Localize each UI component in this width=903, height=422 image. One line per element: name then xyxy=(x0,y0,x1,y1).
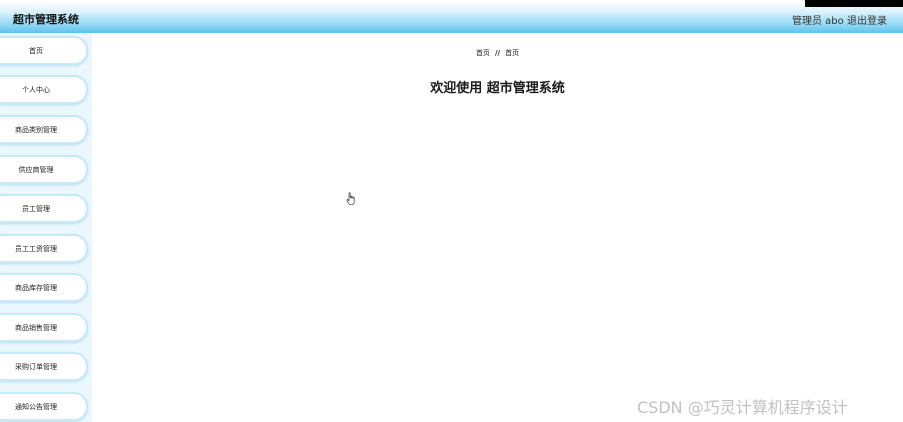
sidebar-item-employee-salary[interactable]: 员工工资管理 xyxy=(0,234,88,263)
corner-mask xyxy=(805,0,903,7)
sidebar-item-supplier[interactable]: 供应商管理 xyxy=(0,155,88,184)
logout-link[interactable]: 退出登录 xyxy=(847,12,887,27)
sidebar-item-label: 员工工资管理 xyxy=(15,244,57,253)
main-content: 首页 // 首页 欢迎使用 超市管理系统 xyxy=(92,33,903,422)
sidebar-item-label: 商品销售管理 xyxy=(15,323,57,332)
sidebar-menu: 首页 个人中心 商品类别管理 供应商管理 员工管理 员工工资管理 商品库存管理 … xyxy=(0,33,92,422)
welcome-heading: 欢迎使用 超市管理系统 xyxy=(430,81,565,96)
breadcrumb: 首页 // 首页 xyxy=(92,48,903,58)
sidebar-item-label: 采购订单管理 xyxy=(15,362,57,371)
sidebar-item-label: 通知公告管理 xyxy=(15,402,57,411)
sidebar-item-sales[interactable]: 商品销售管理 xyxy=(0,313,88,342)
top-header-bar: 超市管理系统 管理员 abo 退出登录 xyxy=(0,0,903,33)
sidebar-item-label: 供应商管理 xyxy=(18,165,54,174)
sidebar-item-purchase-order[interactable]: 采购订单管理 xyxy=(0,352,88,381)
csdn-watermark: CSDN @巧灵计算机程序设计 xyxy=(637,398,848,417)
sidebar-item-label: 个人中心 xyxy=(22,85,50,94)
app-title: 超市管理系统 xyxy=(13,13,79,26)
sidebar-item-personal-center[interactable]: 个人中心 xyxy=(0,75,88,104)
sidebar-item-label: 首页 xyxy=(29,46,43,55)
sidebar-item-label: 商品类别管理 xyxy=(15,125,57,134)
sidebar-item-product-category[interactable]: 商品类别管理 xyxy=(0,115,88,144)
sidebar-item-home[interactable]: 首页 xyxy=(0,36,88,65)
sidebar-item-label: 员工管理 xyxy=(22,204,50,213)
sidebar-item-inventory[interactable]: 商品库存管理 xyxy=(0,273,88,302)
current-user-label: 管理员 abo xyxy=(792,16,844,27)
sidebar-item-label: 商品库存管理 xyxy=(15,283,57,292)
breadcrumb-separator: // xyxy=(494,49,501,57)
breadcrumb-home-link[interactable]: 首页 xyxy=(476,49,490,57)
hand-pointer-cursor-icon xyxy=(346,192,355,206)
sidebar-item-announcement[interactable]: 通知公告管理 xyxy=(0,392,88,421)
breadcrumb-current: 首页 xyxy=(505,49,520,57)
sidebar-item-employee[interactable]: 员工管理 xyxy=(0,194,88,223)
